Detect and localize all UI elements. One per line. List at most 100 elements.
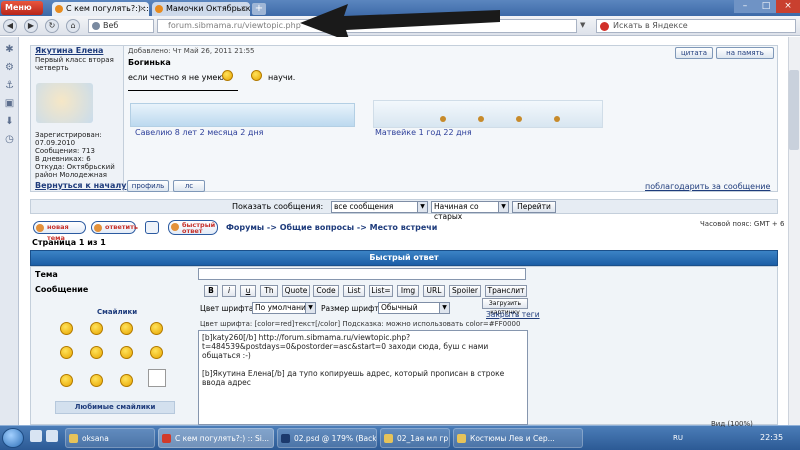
smiley-icon[interactable] (90, 374, 103, 387)
star-icon[interactable]: ✱ (4, 44, 15, 55)
search-input[interactable]: Искать в Яндексе (596, 19, 796, 33)
zoom-indicator[interactable]: Вид (100%) (711, 420, 753, 428)
clock[interactable]: 22:35 (760, 433, 783, 442)
post-text: научи. (268, 73, 296, 82)
smiley-icon[interactable] (120, 322, 133, 335)
chevron-down-icon: ▼ (417, 202, 427, 212)
list-ordered-button[interactable]: List= (369, 285, 393, 297)
bold-button[interactable]: B (204, 285, 218, 297)
favorite-smileys-header[interactable]: Любимые смайлики (55, 401, 175, 414)
private-message-button[interactable]: лс (173, 180, 205, 192)
translit-button[interactable]: Транслит (485, 285, 527, 297)
url-button[interactable]: URL (423, 285, 445, 297)
code-button[interactable]: Code (313, 285, 339, 297)
topic-label: Тема (35, 270, 58, 279)
home-icon[interactable]: ⌂ (66, 19, 80, 33)
tab-active[interactable]: С кем погулять?:) :: Si... × (52, 2, 149, 16)
smiley-icon[interactable] (120, 374, 133, 387)
close-icon[interactable]: × (240, 2, 247, 15)
folder-icon (457, 434, 466, 443)
thanks-link[interactable]: поблагодарить за сообщение (645, 182, 770, 191)
smiley-icon (222, 70, 233, 81)
globe-icon (92, 22, 100, 30)
reload-icon[interactable]: ↻ (45, 19, 59, 33)
new-tab-button[interactable]: + (252, 3, 266, 15)
reply-button[interactable]: ответить (91, 221, 138, 234)
ticker-marker-icon (554, 116, 560, 122)
share-icon[interactable]: ⚓ (4, 80, 15, 91)
maximize-button[interactable]: □ (755, 0, 777, 13)
topic-input[interactable] (198, 268, 526, 280)
smiley-icon[interactable] (150, 346, 163, 359)
taskbar-item[interactable]: С кем погулять?:) :: Si... (158, 428, 274, 448)
opera-icon (162, 434, 171, 443)
opera-menu-button[interactable]: Меню (1, 1, 43, 15)
italic-button[interactable]: i (222, 285, 236, 297)
smiley-icon[interactable] (60, 374, 73, 387)
go-button[interactable]: Перейти (512, 201, 556, 213)
upload-image-button[interactable]: Загрузить картинку (482, 298, 528, 316)
breadcrumb[interactable]: Форумы -> Общие вопросы -> Место встречи (226, 223, 437, 232)
author-registered: Зарегистрирован: 07.09.2010 (35, 131, 102, 147)
img-button[interactable]: Img (397, 285, 419, 297)
reply-icon (94, 224, 102, 232)
favicon-icon (155, 5, 163, 13)
back-to-top-link[interactable]: Вернуться к началу (35, 181, 126, 190)
language-indicator[interactable]: RU (673, 434, 683, 442)
font-size-select[interactable]: Обычный ▼ (378, 302, 450, 314)
display-label: Показать сообщения: (232, 202, 324, 211)
message-line: t=484539&postdays=0&postorder=asc&start=… (202, 342, 489, 360)
smiley-icon[interactable] (90, 322, 103, 335)
start-button[interactable] (2, 428, 24, 448)
signature-ticker-image (130, 103, 355, 127)
remind-button[interactable]: на память (716, 47, 774, 59)
filter-select[interactable]: все сообщения ▼ (331, 201, 428, 213)
smiley-icon[interactable] (120, 346, 133, 359)
list-button[interactable]: List (343, 285, 365, 297)
print-icon[interactable] (145, 221, 159, 234)
th-button[interactable]: Th (260, 285, 278, 297)
font-color-select[interactable]: По умолчанию ▼ (252, 302, 316, 314)
history-icon[interactable]: ◷ (4, 134, 15, 145)
browser-panel-sidebar (0, 37, 19, 425)
message-textarea[interactable]: [b]katy260[/b] http://forum.sibmama.ru/v… (198, 330, 528, 425)
taskbar-item[interactable]: 02_1ая мл гр (380, 428, 450, 448)
taskbar-item[interactable]: oksana (65, 428, 155, 448)
web-badge[interactable]: Веб (88, 19, 154, 33)
explorer-icon[interactable] (30, 430, 42, 442)
heart-sign-smiley-icon[interactable] (148, 369, 166, 387)
quicklaunch-icon[interactable] (46, 430, 58, 442)
fast-reply-button[interactable]: быстрый ответ (168, 220, 218, 235)
back-icon[interactable]: ◀ (3, 19, 17, 33)
forward-icon[interactable]: ▶ (24, 19, 38, 33)
gear-icon[interactable]: ⚙ (4, 62, 15, 73)
smiley-icon[interactable] (60, 346, 73, 359)
quote-button[interactable]: цитата (675, 47, 713, 59)
taskbar-item[interactable]: 02.psd @ 179% (Back... (277, 428, 377, 448)
smiley-icon[interactable] (90, 346, 103, 359)
author-name[interactable]: Якутина Елена (35, 46, 103, 55)
profile-button[interactable]: профиль (127, 180, 169, 192)
close-tags-link[interactable]: Закрыть теги (486, 310, 540, 319)
window-close-button[interactable]: × (776, 0, 800, 13)
new-topic-icon (36, 224, 44, 232)
spoiler-button[interactable]: Spoiler (449, 285, 481, 297)
chevron-down-icon[interactable]: ▼ (580, 21, 585, 29)
smiley-icon[interactable] (150, 322, 163, 335)
close-icon[interactable]: × (139, 2, 146, 15)
folder-icon (384, 434, 393, 443)
minimize-button[interactable]: – (734, 0, 756, 13)
scrollbar-thumb[interactable] (789, 70, 799, 150)
order-select[interactable]: Начиная со старых ▼ (431, 201, 509, 221)
notes-icon[interactable]: ▣ (4, 98, 15, 109)
ticker-marker-icon (440, 116, 446, 122)
underline-button[interactable]: u (240, 285, 256, 297)
smiley-icon[interactable] (60, 322, 73, 335)
tab-inactive[interactable]: Мамочки Октябрьско... × (152, 2, 250, 16)
quote-tag-button[interactable]: Quote (282, 285, 310, 297)
download-icon[interactable]: ⬇ (4, 116, 15, 127)
new-topic-button[interactable]: новая тема (33, 221, 86, 242)
fast-reply-icon (171, 223, 179, 231)
color-hint: Цвет шрифта: [color=red]текст[/color] По… (200, 320, 521, 328)
taskbar-item[interactable]: Костюмы Лев и Сер... (453, 428, 583, 448)
